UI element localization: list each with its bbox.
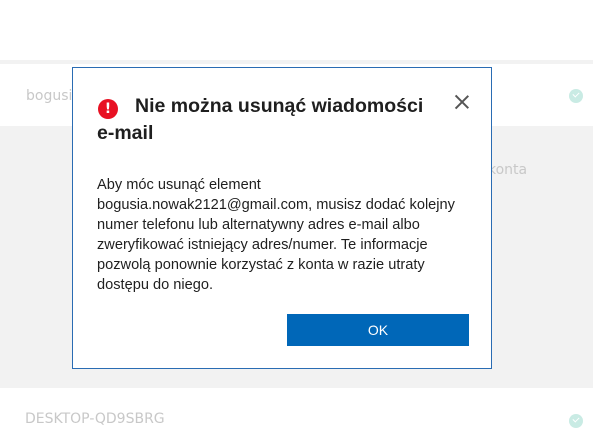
- check-circle-icon: [569, 89, 583, 103]
- device-row[interactable]: DESKTOP-QD9SBRG: [0, 388, 593, 441]
- dialog-title: Nie można usunąć wiadomości e-mail: [97, 95, 424, 144]
- ok-button[interactable]: OK: [287, 314, 469, 346]
- dialog-message: Aby móc usunąć element bogusia.nowak2121…: [97, 177, 455, 293]
- section-side-text: konta: [488, 162, 528, 178]
- error-dialog: ! Nie można usunąć wiadomości e-mail Aby…: [72, 67, 492, 369]
- check-circle-icon: [569, 414, 583, 428]
- device-name: DESKTOP-QD9SBRG: [25, 411, 165, 427]
- page-header-area: [0, 0, 593, 60]
- close-icon[interactable]: [451, 91, 473, 113]
